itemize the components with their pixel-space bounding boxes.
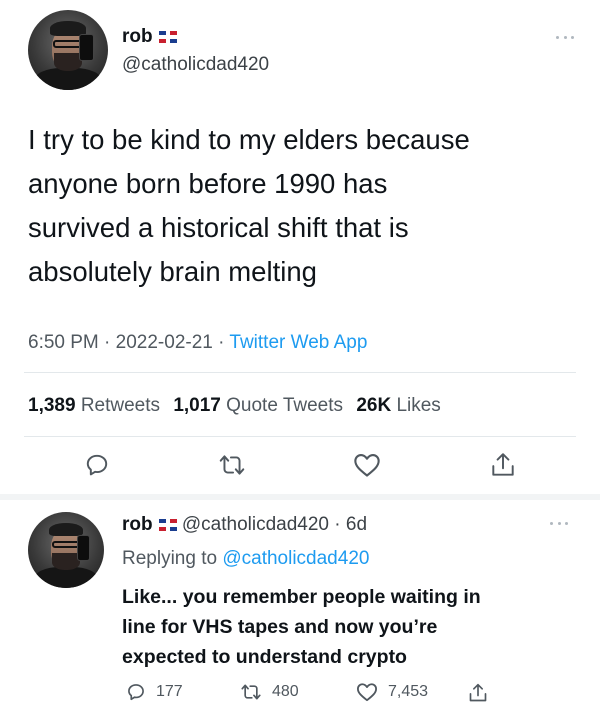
reply-like-button[interactable]: 7,453 <box>356 682 428 702</box>
tweet-time[interactable]: 6:50 PM <box>28 332 99 353</box>
thread-separator <box>0 494 600 500</box>
share-icon[interactable] <box>490 451 516 479</box>
share-icon <box>469 683 487 702</box>
like-count: 7,453 <box>388 683 429 700</box>
main-tweet: rob @catholicdad420 I try to be kind to … <box>0 0 600 498</box>
likes-stat[interactable]: 26K Likes <box>356 395 441 416</box>
reply-header: rob @catholicdad420 · 6d <box>122 514 367 536</box>
divider <box>24 372 576 373</box>
tweet-date[interactable]: 2022-02-21 <box>116 332 213 353</box>
quote-tweets-stat[interactable]: 1,017 Quote Tweets <box>173 395 343 416</box>
reply-count: 177 <box>156 683 183 700</box>
reply-author-name[interactable]: rob <box>122 514 153 535</box>
avatar[interactable] <box>28 512 104 588</box>
divider <box>24 436 576 437</box>
more-icon[interactable] <box>556 34 574 40</box>
tweet-meta: 6:50 PM · 2022-02-21 · Twitter Web App <box>28 332 368 353</box>
retweet-icon <box>241 684 261 700</box>
avatar[interactable] <box>28 10 108 90</box>
tweet-stats: 1,389 Retweets 1,017 Quote Tweets 26K Li… <box>28 395 441 417</box>
reply-time[interactable]: · 6d <box>334 514 367 535</box>
reply-reply-button[interactable]: 177 <box>126 682 183 702</box>
tweet-text: I try to be kind to my elders because an… <box>28 124 470 287</box>
tweet-source[interactable]: Twitter Web App <box>229 332 367 353</box>
author-name[interactable]: rob <box>122 26 177 48</box>
reply-retweet-button[interactable]: 480 <box>240 682 299 702</box>
replying-to: Replying to @catholicdad420 <box>122 548 370 569</box>
reply-icon[interactable] <box>84 452 110 478</box>
reply-icon <box>128 684 144 701</box>
heart-icon <box>356 683 377 702</box>
reply-actions: 177 480 7,453 <box>0 682 600 708</box>
retweet-icon[interactable] <box>218 452 246 478</box>
dominican-flag-icon <box>158 518 177 531</box>
reply-text: Like... you remember people waiting in l… <box>122 586 481 668</box>
author-handle[interactable]: @catholicdad420 <box>122 54 269 76</box>
retweets-stat[interactable]: 1,389 Retweets <box>28 395 160 416</box>
heart-icon[interactable] <box>353 452 381 478</box>
dominican-flag-icon <box>158 30 177 43</box>
reply-author-handle[interactable]: @catholicdad420 <box>182 514 329 535</box>
reply-share-button[interactable] <box>468 682 488 704</box>
retweet-count: 480 <box>272 683 299 700</box>
more-icon[interactable] <box>550 520 568 526</box>
replying-to-handle[interactable]: @catholicdad420 <box>222 548 369 569</box>
